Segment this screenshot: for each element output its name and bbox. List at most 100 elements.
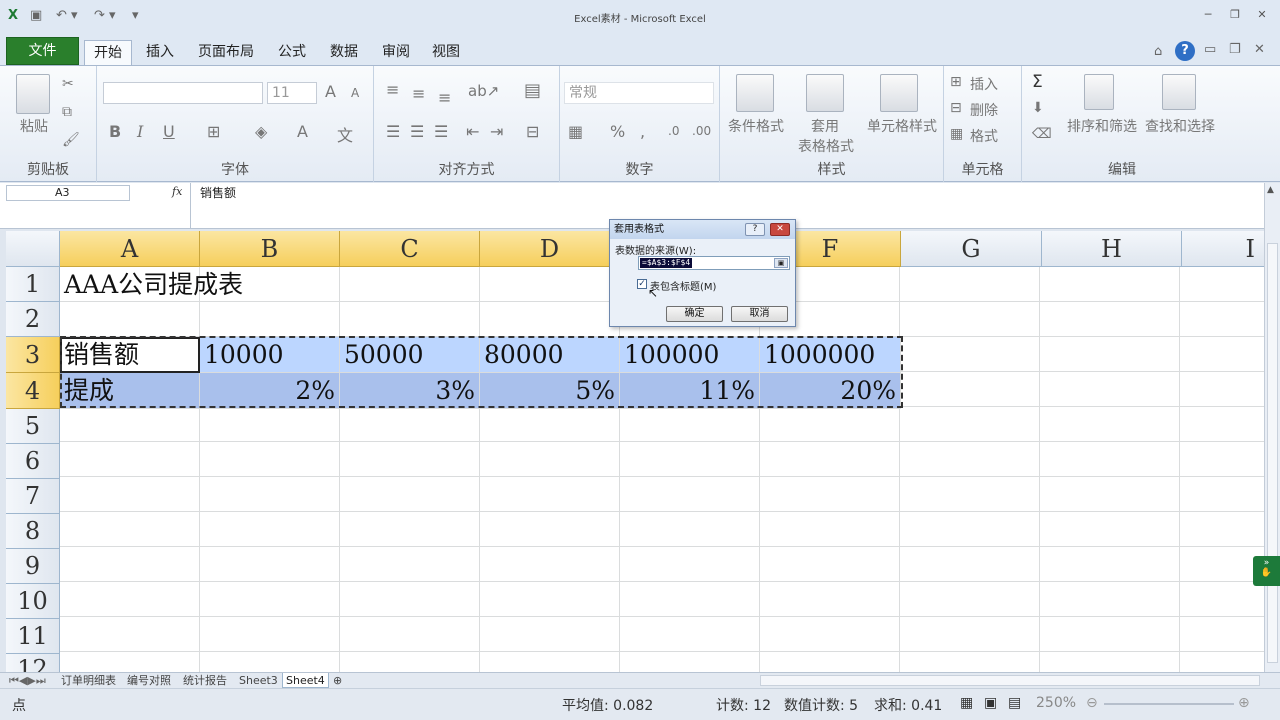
tab-view[interactable]: 视图 bbox=[426, 40, 466, 66]
cell-c3[interactable]: 50000 bbox=[340, 337, 480, 373]
format-as-table-icon[interactable] bbox=[806, 74, 844, 112]
phonetic-icon[interactable]: 文 bbox=[337, 122, 353, 146]
cell-c4[interactable]: 3% bbox=[340, 373, 480, 409]
align-bottom-icon[interactable]: ≡ bbox=[438, 88, 451, 107]
delete-cells-icon[interactable]: ⊟ bbox=[950, 100, 962, 116]
row-header-9[interactable]: 9 bbox=[6, 549, 60, 584]
scroll-up-icon[interactable]: ▲ bbox=[1267, 185, 1274, 195]
normal-view-icon[interactable]: ▦ bbox=[960, 695, 973, 711]
vertical-scrollbar[interactable]: ▲ bbox=[1264, 183, 1280, 672]
paste-icon[interactable] bbox=[16, 74, 50, 114]
cell-styles-icon[interactable] bbox=[880, 74, 918, 112]
align-center-icon[interactable]: ☰ bbox=[410, 122, 424, 141]
italic-button[interactable]: I bbox=[137, 122, 143, 141]
cell-d3[interactable]: 80000 bbox=[480, 337, 620, 373]
insert-sheet-icon[interactable]: ⊕ bbox=[330, 673, 345, 688]
wrap-text-icon[interactable]: ▤ bbox=[524, 80, 541, 101]
ok-button[interactable]: 确定 bbox=[666, 306, 723, 322]
close-window-icon[interactable]: ✕ bbox=[1251, 6, 1273, 24]
align-middle-icon[interactable]: ≡ bbox=[412, 84, 425, 103]
tab-review[interactable]: 审阅 bbox=[376, 40, 416, 66]
number-format-combo[interactable]: 常规 bbox=[564, 82, 714, 104]
tab-data[interactable]: 数据 bbox=[324, 40, 364, 66]
tab-page-layout[interactable]: 页面布局 bbox=[192, 40, 260, 66]
zoom-level[interactable]: 250% bbox=[1036, 695, 1076, 711]
font-name-combo[interactable] bbox=[103, 82, 263, 104]
cell-b3[interactable]: 10000 bbox=[200, 337, 340, 373]
orientation-icon[interactable]: ab↗ bbox=[468, 82, 499, 100]
align-top-icon[interactable]: ≡ bbox=[386, 80, 399, 99]
row-header-7[interactable]: 7 bbox=[6, 479, 60, 514]
column-header-h[interactable]: H bbox=[1042, 231, 1182, 267]
column-header-d[interactable]: D bbox=[480, 231, 620, 267]
dialog-help-button[interactable]: ? bbox=[745, 223, 765, 236]
doc-restore-icon[interactable]: ❐ bbox=[1229, 42, 1241, 57]
format-as-table-label-2[interactable]: 表格格式 bbox=[788, 136, 864, 156]
doc-minimize-icon[interactable]: ▭ bbox=[1204, 42, 1216, 57]
insert-cells-icon[interactable]: ⊞ bbox=[950, 74, 962, 90]
format-cells-icon[interactable]: ▦ bbox=[950, 126, 963, 142]
cell-styles-button[interactable]: 单元格样式 bbox=[862, 116, 942, 136]
cell-e4[interactable]: 11% bbox=[620, 373, 760, 409]
tab-insert[interactable]: 插入 bbox=[140, 40, 180, 66]
cell-a4[interactable]: 提成 bbox=[60, 373, 200, 409]
increase-indent-icon[interactable]: ⇥ bbox=[490, 122, 503, 141]
column-header-i[interactable]: I bbox=[1182, 231, 1264, 267]
page-layout-view-icon[interactable]: ▣ bbox=[984, 695, 997, 711]
sheet-nav-icon[interactable]: ⏮◀▶⏭ bbox=[6, 673, 49, 688]
align-left-icon[interactable]: ☰ bbox=[386, 122, 400, 141]
zoom-in-icon[interactable]: ⊕ bbox=[1238, 695, 1250, 711]
insert-function-icon[interactable]: fx bbox=[172, 185, 182, 198]
fill-icon[interactable]: ⬇ bbox=[1032, 100, 1044, 116]
row-header-8[interactable]: 8 bbox=[6, 514, 60, 549]
conditional-format-button[interactable]: 条件格式 bbox=[724, 116, 788, 136]
sheet-tab-1[interactable]: 订单明细表 bbox=[58, 673, 119, 688]
cell-b4[interactable]: 2% bbox=[200, 373, 340, 409]
cell-f3[interactable]: 1000000 bbox=[760, 337, 901, 373]
format-painter-icon[interactable]: 🖌 bbox=[62, 132, 80, 148]
row-header-11[interactable]: 11 bbox=[6, 619, 60, 654]
sheet-tab-4[interactable]: Sheet3 bbox=[236, 673, 281, 688]
sheet-tab-3[interactable]: 统计报告 bbox=[180, 673, 230, 688]
page-break-view-icon[interactable]: ▤ bbox=[1008, 695, 1021, 711]
dialog-close-button[interactable]: ✕ bbox=[770, 223, 790, 236]
increase-decimal-icon[interactable]: .0 bbox=[668, 124, 679, 138]
row-header-5[interactable]: 5 bbox=[6, 409, 60, 444]
accounting-icon[interactable]: ▦ bbox=[568, 122, 583, 141]
column-header-a[interactable]: A bbox=[60, 231, 200, 267]
sheet-tab-5[interactable]: Sheet4 bbox=[282, 673, 329, 688]
collapse-dialog-icon[interactable]: ▣ bbox=[774, 258, 788, 268]
help-icon[interactable]: ? bbox=[1175, 41, 1195, 61]
percent-button[interactable]: % bbox=[610, 122, 625, 141]
column-header-b[interactable]: B bbox=[200, 231, 340, 267]
shrink-font-button[interactable]: A bbox=[351, 86, 359, 100]
comma-button[interactable]: , bbox=[640, 122, 645, 141]
border-icon[interactable]: ⊞ bbox=[207, 122, 220, 141]
row-header-12[interactable]: 12 bbox=[6, 654, 60, 672]
cut-icon[interactable]: ✂ bbox=[62, 76, 74, 92]
bold-button[interactable]: B bbox=[109, 122, 121, 141]
clear-icon[interactable]: ⌫ bbox=[1032, 126, 1052, 142]
cell-e3[interactable]: 100000 bbox=[620, 337, 760, 373]
delete-cells-button[interactable]: 删除 bbox=[970, 100, 998, 120]
has-headers-label[interactable]: 表包含标题(M) bbox=[650, 278, 716, 293]
sort-filter-button[interactable]: 排序和筛选 bbox=[1062, 116, 1142, 136]
decrease-indent-icon[interactable]: ⇤ bbox=[466, 122, 479, 141]
cell-f4[interactable]: 20% bbox=[760, 373, 901, 409]
copy-icon[interactable]: ⧉ bbox=[62, 104, 72, 120]
cancel-button[interactable]: 取消 bbox=[731, 306, 788, 322]
sheet-tab-2[interactable]: 编号对照 bbox=[124, 673, 174, 688]
column-header-g[interactable]: G bbox=[901, 231, 1042, 267]
underline-button[interactable]: U bbox=[163, 122, 175, 141]
insert-cells-button[interactable]: 插入 bbox=[970, 74, 998, 94]
grow-font-button[interactable]: A bbox=[325, 82, 336, 101]
cell-a1[interactable]: AAA公司提成表 bbox=[60, 267, 243, 302]
side-widget[interactable]: » ✋ bbox=[1253, 556, 1280, 586]
font-size-combo[interactable]: 11 bbox=[267, 82, 317, 104]
doc-close-icon[interactable]: ✕ bbox=[1254, 42, 1265, 57]
find-select-icon[interactable] bbox=[1162, 74, 1196, 110]
format-as-table-label-1[interactable]: 套用 bbox=[792, 116, 858, 136]
vertical-scroll-thumb[interactable] bbox=[1267, 243, 1278, 663]
autosum-button[interactable]: Σ bbox=[1032, 72, 1043, 92]
has-headers-checkbox[interactable]: ✓ bbox=[637, 279, 647, 289]
